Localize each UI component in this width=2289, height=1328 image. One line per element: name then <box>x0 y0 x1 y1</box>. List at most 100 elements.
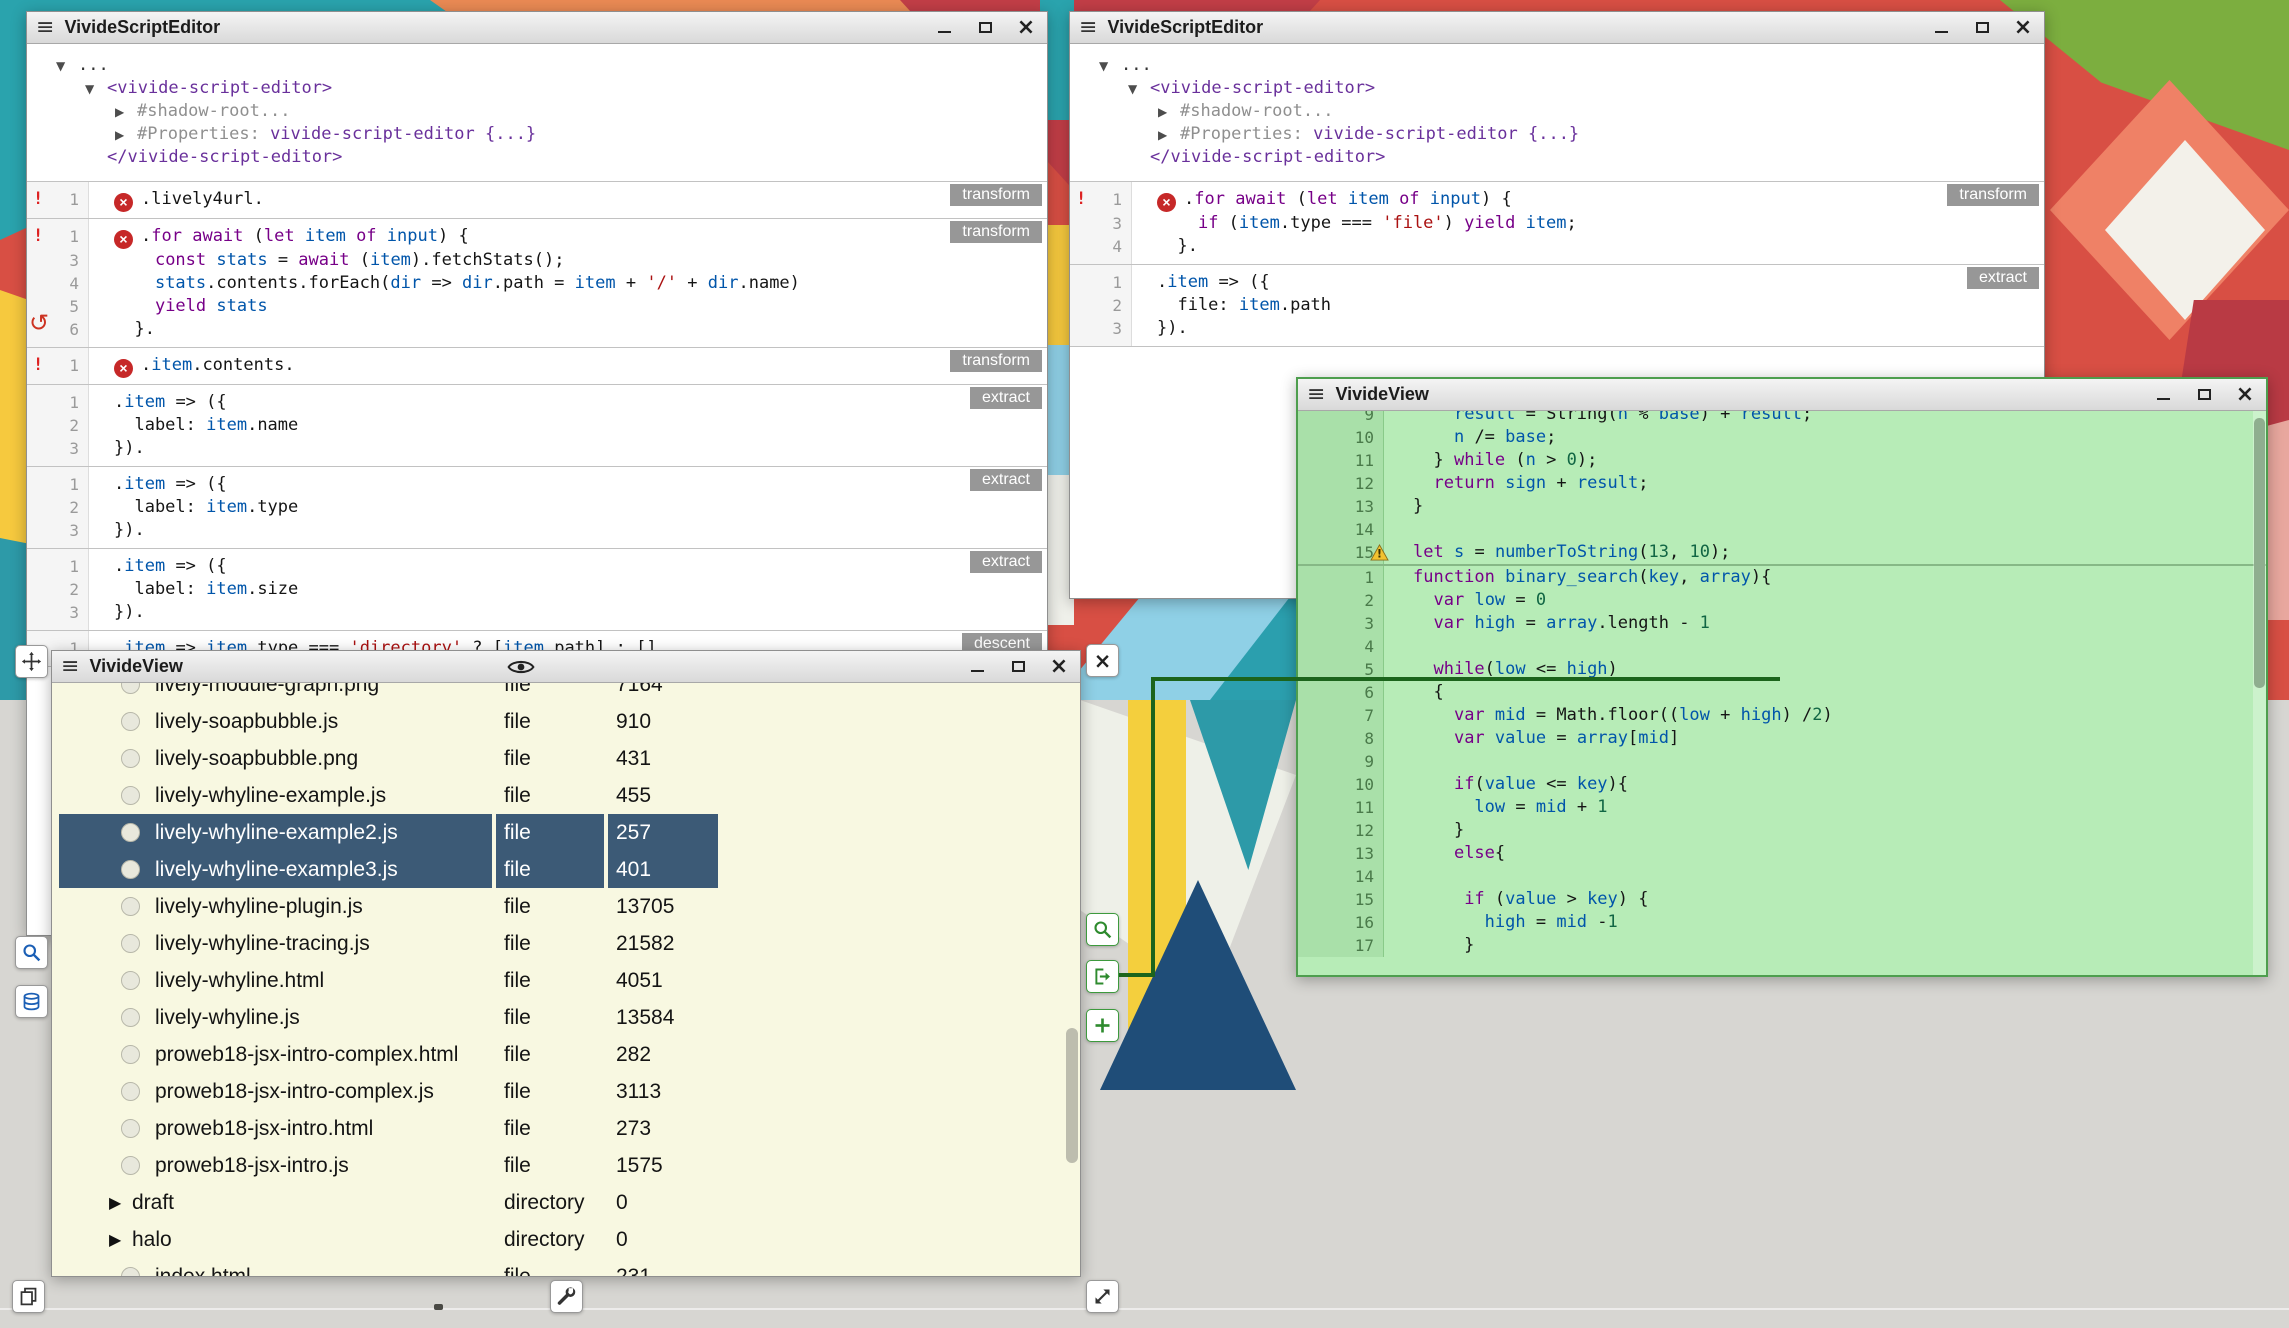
tree-collapse-icon[interactable]: ▼ <box>1099 55 1121 77</box>
dom-tree-line[interactable]: ▶#shadow-root... <box>27 100 1047 123</box>
maximize-button[interactable] <box>977 20 993 36</box>
window-menu-icon[interactable]: ≡ <box>36 17 54 39</box>
titlebar[interactable]: ≡ VivideView × <box>52 651 1080 683</box>
titlebar[interactable]: ≡ VivideView × <box>1298 379 2266 411</box>
code-line[interactable]: 13 else{ <box>1298 842 2266 865</box>
file-row[interactable]: lively-soapbubble.jsfile910 <box>52 703 1080 740</box>
code-line[interactable]: 3}). <box>1070 317 2044 340</box>
tree-expand-icon[interactable]: ▶ <box>115 124 137 146</box>
maximize-button[interactable] <box>2196 387 2212 403</box>
file-row[interactable]: proweb18-jsx-intro.htmlfile273 <box>52 1110 1080 1147</box>
code-line[interactable]: !1×.for await (let item of input) { <box>1070 188 2044 212</box>
tree-collapse-icon[interactable]: ▼ <box>1128 78 1150 100</box>
file-row[interactable]: lively-whyline.jsfile13584 <box>52 999 1080 1036</box>
window-menu-icon[interactable]: ≡ <box>1307 384 1325 406</box>
code-line[interactable]: 2 label: item.name <box>27 414 1047 437</box>
halo-zoom-button[interactable] <box>1086 913 1119 946</box>
halo-export-button[interactable] <box>1086 960 1119 993</box>
code-line[interactable]: 10 n /= base; <box>1298 426 2266 449</box>
file-row[interactable]: proweb18-jsx-intro-complex.jsfile3113 <box>52 1073 1080 1110</box>
code-line[interactable]: ↺6 }. <box>27 318 1047 341</box>
code-line[interactable]: 14 <box>1298 518 2266 541</box>
code-line[interactable]: 3}). <box>27 437 1047 460</box>
code-line[interactable]: 8 var value = array[mid] <box>1298 727 2266 750</box>
code-line[interactable]: 2 label: item.type <box>27 496 1047 519</box>
dom-tree-line[interactable]: ▼... <box>1070 54 2044 77</box>
code-line[interactable]: !1×.item.contents. <box>27 354 1047 378</box>
code-line[interactable]: 3}). <box>27 519 1047 542</box>
file-row[interactable]: lively-whyline-example.jsfile455 <box>52 777 1080 814</box>
halo-configure-button[interactable] <box>550 1280 583 1313</box>
code-line[interactable]: 13} <box>1298 495 2266 518</box>
file-row[interactable]: index.htmlfile231 <box>52 1258 1080 1276</box>
dom-tree-line[interactable]: ▼<vivide-script-editor> <box>1070 77 2044 100</box>
halo-close-button[interactable]: × <box>1086 644 1119 677</box>
close-button[interactable]: × <box>1051 659 1067 675</box>
file-row[interactable]: lively-whyline-tracing.jsfile21582 <box>52 925 1080 962</box>
scrollbar-thumb[interactable] <box>1066 1028 1078 1163</box>
tree-expand-icon[interactable]: ▶ <box>1158 101 1180 123</box>
maximize-button[interactable] <box>1974 20 1990 36</box>
code-line[interactable]: 2 file: item.path <box>1070 294 2044 317</box>
file-row[interactable]: proweb18-jsx-intro.jsfile1575 <box>52 1147 1080 1184</box>
code-line[interactable]: 3 const stats = await (item).fetchStats(… <box>27 249 1047 272</box>
code-line[interactable]: 3 var high = array.length - 1 <box>1298 612 2266 635</box>
code-line[interactable]: 16 high = mid -1 <box>1298 911 2266 934</box>
code-line[interactable]: 11 low = mid + 1 <box>1298 796 2266 819</box>
code-line[interactable]: 1.item => ({ <box>1070 271 2044 294</box>
minimize-button[interactable] <box>969 659 985 675</box>
code-line[interactable]: 1.item => ({ <box>27 473 1047 496</box>
code-line[interactable]: 14 <box>1298 865 2266 888</box>
code-line[interactable]: 2 var low = 0 <box>1298 589 2266 612</box>
code-line[interactable]: 3 if (item.type === 'file') yield item; <box>1070 212 2044 235</box>
minimize-button[interactable] <box>2155 387 2171 403</box>
halo-search-button[interactable] <box>15 936 48 969</box>
code-line[interactable]: 9 <box>1298 750 2266 773</box>
close-button[interactable]: × <box>1018 20 1034 36</box>
halo-move-button[interactable] <box>15 645 48 678</box>
tree-expand-icon[interactable]: ▶ <box>1158 124 1180 146</box>
dom-tree-line[interactable]: ▶#shadow-root... <box>1070 100 2044 123</box>
window-menu-icon[interactable]: ≡ <box>61 656 79 678</box>
code-line[interactable]: !1×.for await (let item of input) { <box>27 225 1047 249</box>
directory-expand-icon[interactable]: ▶ <box>109 1193 127 1212</box>
file-row[interactable]: lively-whyline-example2.jsfile257 <box>52 814 1080 851</box>
minimize-button[interactable] <box>936 20 952 36</box>
file-row[interactable]: lively-whyline.htmlfile4051 <box>52 962 1080 999</box>
code-line[interactable]: 1function binary_search(key, array){ <box>1298 566 2266 589</box>
code-line[interactable]: 12 return sign + result; <box>1298 472 2266 495</box>
code-line[interactable]: 4 }. <box>1070 235 2044 258</box>
file-row[interactable]: lively-soapbubble.pngfile431 <box>52 740 1080 777</box>
scrollbar[interactable] <box>1065 683 1079 1276</box>
directory-expand-icon[interactable]: ▶ <box>109 1230 127 1249</box>
file-row[interactable]: lively-whyline-example3.jsfile401 <box>52 851 1080 888</box>
file-row[interactable]: ▶halodirectory0 <box>52 1221 1080 1258</box>
code-line[interactable]: 4 <box>1298 635 2266 658</box>
code-line[interactable]: 4 stats.contents.forEach(dir => dir.path… <box>27 272 1047 295</box>
tree-collapse-icon[interactable]: ▼ <box>85 78 107 100</box>
code-line[interactable]: 1.item => ({ <box>27 555 1047 578</box>
file-row[interactable]: lively-module-graph.pngfile7164 <box>52 683 1080 703</box>
file-row[interactable]: lively-whyline-plugin.jsfile13705 <box>52 888 1080 925</box>
code-line[interactable]: 6 { <box>1298 681 2266 704</box>
dom-tree-line[interactable]: ▼... <box>27 54 1047 77</box>
tree-collapse-icon[interactable]: ▼ <box>56 55 78 77</box>
dom-tree-line[interactable]: ▼<vivide-script-editor> <box>27 77 1047 100</box>
close-button[interactable]: × <box>2237 387 2253 403</box>
minimize-button[interactable] <box>1933 20 1949 36</box>
dom-tree-line[interactable]: </vivide-script-editor> <box>1070 146 2044 169</box>
code-line[interactable]: 2 label: item.size <box>27 578 1047 601</box>
halo-resize-button[interactable] <box>1086 1280 1119 1313</box>
code-line[interactable]: 5 yield stats <box>27 295 1047 318</box>
code-line[interactable]: 9 result = String(n % base) + result; <box>1298 411 2266 426</box>
eye-icon[interactable] <box>507 658 535 676</box>
titlebar[interactable]: ≡ VivideScriptEditor × <box>27 12 1047 44</box>
code-line[interactable]: 12 } <box>1298 819 2266 842</box>
code-line[interactable]: 1.item => ({ <box>27 391 1047 414</box>
code-line[interactable]: 7 var mid = Math.floor((low + high) /2) <box>1298 704 2266 727</box>
code-line[interactable]: 17 } <box>1298 934 2266 957</box>
halo-data-source-button[interactable] <box>15 985 48 1018</box>
tree-expand-icon[interactable]: ▶ <box>115 101 137 123</box>
halo-copy-button[interactable] <box>12 1280 45 1313</box>
file-row[interactable]: proweb18-jsx-intro-complex.htmlfile282 <box>52 1036 1080 1073</box>
